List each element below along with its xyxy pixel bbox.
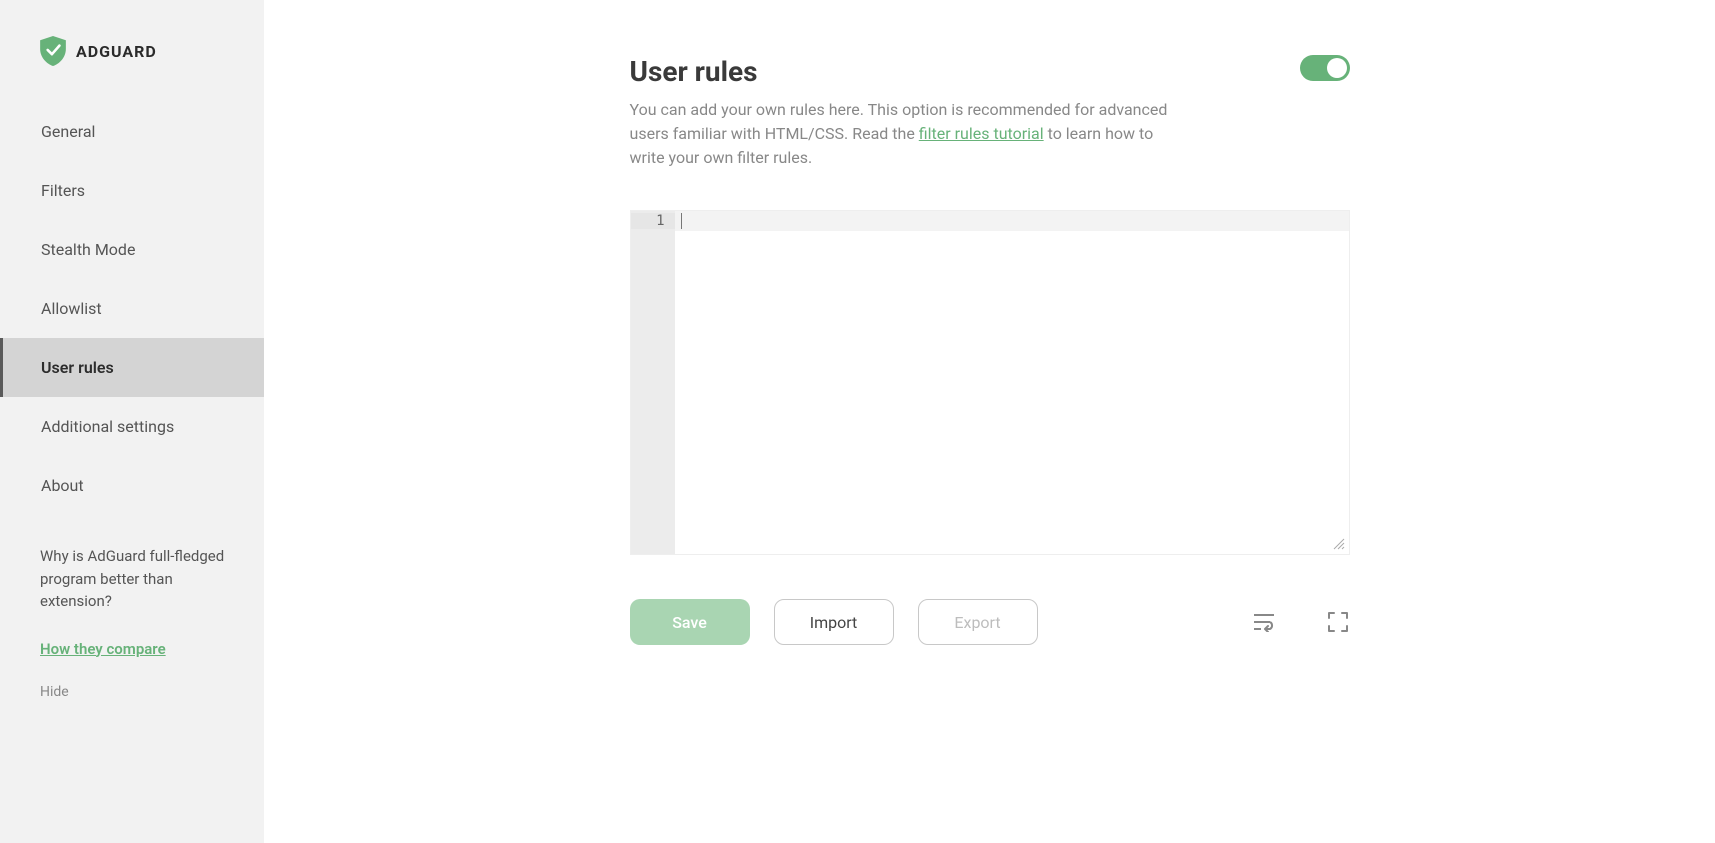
sidebar-item-label: User rules bbox=[41, 358, 114, 377]
promo-compare-link[interactable]: How they compare bbox=[40, 640, 166, 658]
user-rules-toggle[interactable] bbox=[1300, 55, 1350, 81]
sidebar-item-about[interactable]: About bbox=[0, 456, 264, 515]
toggle-knob bbox=[1327, 58, 1347, 78]
sidebar-item-stealth-mode[interactable]: Stealth Mode bbox=[0, 220, 264, 279]
fullscreen-icon[interactable] bbox=[1326, 610, 1350, 634]
sidebar-promo: Why is AdGuard full-fledged program bett… bbox=[0, 515, 264, 710]
sidebar: ADGUARD General Filters Stealth Mode All… bbox=[0, 0, 264, 843]
save-button[interactable]: Save bbox=[630, 599, 750, 645]
page-title: User rules bbox=[630, 55, 758, 88]
filter-rules-tutorial-link[interactable]: filter rules tutorial bbox=[919, 124, 1044, 143]
line-number: 1 bbox=[631, 213, 675, 229]
sidebar-item-label: Additional settings bbox=[41, 417, 174, 436]
sidebar-item-allowlist[interactable]: Allowlist bbox=[0, 279, 264, 338]
sidebar-item-label: Filters bbox=[41, 181, 85, 200]
sidebar-item-filters[interactable]: Filters bbox=[0, 161, 264, 220]
wrap-lines-icon[interactable] bbox=[1252, 610, 1276, 634]
page-description: You can add your own rules here. This op… bbox=[630, 98, 1190, 170]
editor-code-area[interactable] bbox=[675, 211, 1349, 554]
editor-gutter: 1 bbox=[631, 211, 675, 554]
sidebar-item-general[interactable]: General bbox=[0, 102, 264, 161]
shield-icon bbox=[40, 36, 66, 66]
rules-editor[interactable]: 1 bbox=[630, 210, 1350, 555]
promo-hide-button[interactable]: Hide bbox=[40, 684, 226, 700]
sidebar-item-label: About bbox=[41, 476, 84, 495]
editor-resize-handle[interactable] bbox=[1333, 538, 1347, 552]
export-button[interactable]: Export bbox=[918, 599, 1038, 645]
brand-name: ADGUARD bbox=[76, 42, 157, 61]
brand-logo: ADGUARD bbox=[0, 0, 264, 102]
editor-active-line bbox=[675, 211, 1349, 231]
sidebar-item-label: General bbox=[41, 122, 95, 141]
promo-text: Why is AdGuard full-fledged program bett… bbox=[40, 545, 226, 613]
import-button[interactable]: Import bbox=[774, 599, 894, 645]
editor-cursor bbox=[681, 213, 682, 229]
sidebar-item-additional-settings[interactable]: Additional settings bbox=[0, 397, 264, 456]
sidebar-item-label: Stealth Mode bbox=[41, 240, 135, 259]
actions-row: Save Import Export bbox=[630, 599, 1350, 645]
main-content: User rules You can add your own rules he… bbox=[264, 0, 1715, 843]
sidebar-item-user-rules[interactable]: User rules bbox=[0, 338, 264, 397]
sidebar-item-label: Allowlist bbox=[41, 299, 102, 318]
sidebar-nav: General Filters Stealth Mode Allowlist U… bbox=[0, 102, 264, 515]
